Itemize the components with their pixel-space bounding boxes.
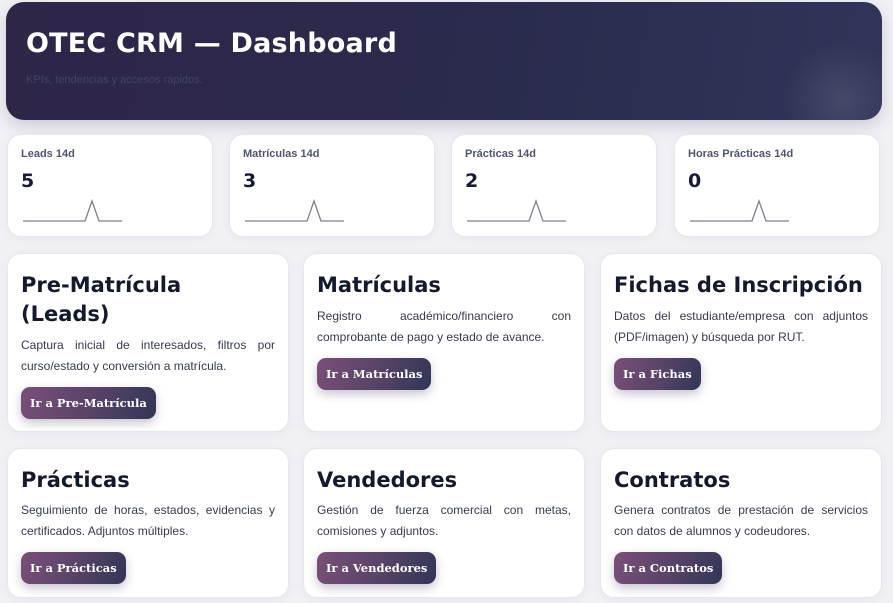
ir-a-contratos-button[interactable]: Ir a Contratos (614, 552, 723, 584)
card-description: Seguimiento de horas, estados, evidencia… (21, 503, 275, 538)
kpi-card-horas-practicas: Horas Prácticas 14d 0 (674, 134, 880, 237)
card-title: Pre-Matrícula (Leads) (21, 273, 182, 326)
kpi-value: 0 (688, 170, 702, 192)
card-title: Vendedores (317, 468, 458, 492)
card-title: Matrículas (317, 273, 441, 297)
kpi-label: Leads 14d (21, 148, 75, 160)
dashboard-header: OTEC CRM — Dashboard KPIs, tendencias y … (6, 2, 882, 120)
kpi-label: Horas Prácticas 14d (688, 148, 794, 160)
card-title: Prácticas (21, 468, 130, 492)
ir-a-fichas-button[interactable]: Ir a Fichas (614, 358, 701, 390)
module-card-pre-matricula: Pre-Matrícula (Leads) Captura inicial de… (7, 253, 289, 432)
kpi-value: 5 (21, 170, 35, 192)
module-card-contratos: Contratos Genera contratos de prestación… (600, 448, 882, 598)
card-title: Fichas de Inscripción (614, 273, 863, 297)
card-title: Contratos (614, 468, 731, 492)
card-description: Captura inicial de interesados, filtros … (21, 338, 275, 373)
kpi-value: 2 (465, 170, 479, 192)
ir-a-matriculas-button[interactable]: Ir a Matrículas (317, 358, 432, 390)
page-title: OTEC CRM — Dashboard (26, 28, 397, 59)
kpi-value: 3 (243, 170, 257, 192)
ir-a-pre-matricula-button[interactable]: Ir a Pre-Matrícula (21, 387, 156, 419)
kpi-card-leads: Leads 14d 5 (7, 134, 213, 237)
module-card-fichas: Fichas de Inscripción Datos del estudian… (600, 253, 882, 432)
card-description: Genera contratos de prestación de servic… (614, 503, 868, 538)
card-description: Registro académico/financiero con compro… (317, 309, 571, 344)
kpi-label: Matrículas 14d (243, 148, 320, 160)
card-description: Datos del estudiante/empresa con adjunto… (614, 309, 868, 344)
module-card-vendedores: Vendedores Gestión de fuerza comercial c… (303, 448, 585, 598)
kpi-card-matriculas: Matrículas 14d 3 (229, 134, 435, 237)
page-subtitle: KPIs, tendencias y accesos rápidos. (26, 74, 203, 86)
header-glow (782, 40, 882, 120)
kpi-card-practicas: Prácticas 14d 2 (451, 134, 657, 237)
kpi-sparkline (245, 199, 344, 222)
kpi-sparkline (690, 199, 789, 222)
ir-a-vendedores-button[interactable]: Ir a Vendedores (317, 552, 437, 584)
ir-a-practicas-button[interactable]: Ir a Prácticas (21, 552, 126, 584)
card-description: Gestión de fuerza comercial con metas, c… (317, 503, 571, 538)
module-card-matriculas: Matrículas Registro académico/financiero… (303, 253, 585, 432)
kpi-label: Prácticas 14d (465, 148, 536, 160)
kpi-sparkline (23, 199, 122, 222)
module-card-practicas: Prácticas Seguimiento de horas, estados,… (7, 448, 289, 598)
kpi-sparkline (467, 199, 566, 222)
